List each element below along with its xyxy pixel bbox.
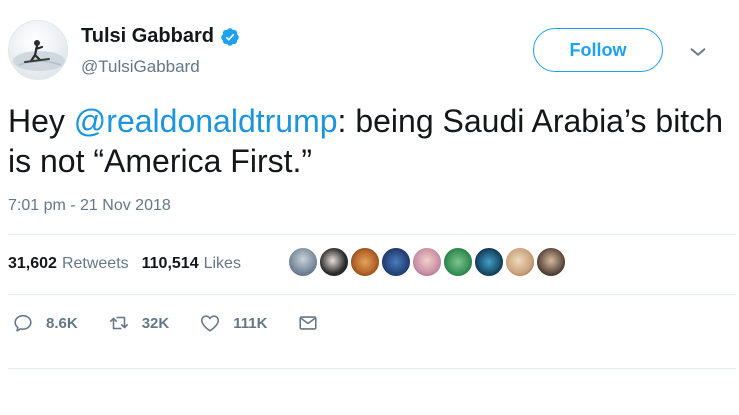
follow-button[interactable]: Follow xyxy=(533,28,663,72)
retweets-count: 31,602 xyxy=(8,255,57,272)
retweets-label: Retweets xyxy=(61,255,129,272)
tweet-timestamp[interactable]: 7:01 pm - 21 Nov 2018 xyxy=(8,197,171,215)
liker-avatar[interactable] xyxy=(318,246,350,278)
likes-stat[interactable]: 110,514 Likes xyxy=(142,255,241,273)
divider xyxy=(8,368,736,369)
envelope-icon xyxy=(299,316,318,330)
like-count: 111K xyxy=(233,314,268,332)
verified-badge-icon xyxy=(221,27,239,46)
heart-icon xyxy=(201,315,220,332)
liker-avatar[interactable] xyxy=(380,246,412,278)
action-bar: 8.6K 32K 111K xyxy=(12,312,361,334)
liker-avatar[interactable] xyxy=(473,246,505,278)
tweet-text: Hey @realdonaldtrump: being Saudi Arabia… xyxy=(8,101,728,181)
mention-link[interactable]: @realdonaldtrump xyxy=(74,103,338,139)
liker-avatar[interactable] xyxy=(535,246,567,278)
liker-avatar[interactable] xyxy=(411,246,443,278)
user-handle[interactable]: @TulsiGabbard xyxy=(81,57,200,77)
liker-avatar[interactable] xyxy=(442,246,474,278)
liker-avatar[interactable] xyxy=(287,246,319,278)
user-name-row: Tulsi Gabbard xyxy=(81,25,240,48)
avatar[interactable] xyxy=(8,20,68,80)
like-button[interactable]: 111K xyxy=(199,312,267,334)
chevron-down-icon[interactable] xyxy=(687,41,709,63)
retweet-count: 32K xyxy=(141,314,170,332)
reply-button[interactable]: 8.6K xyxy=(12,312,78,334)
divider xyxy=(8,234,736,235)
divider xyxy=(8,294,736,295)
user-name[interactable]: Tulsi Gabbard xyxy=(81,25,214,48)
liker-avatar[interactable] xyxy=(504,246,536,278)
likes-label: Likes xyxy=(203,255,241,272)
retweet-icon xyxy=(109,316,128,330)
liker-avatars xyxy=(287,246,567,278)
likes-count: 110,514 xyxy=(141,255,199,272)
retweets-stat[interactable]: 31,602 Retweets xyxy=(8,255,129,273)
reply-icon xyxy=(14,314,32,332)
direct-message-button[interactable] xyxy=(297,312,331,334)
reply-count: 8.6K xyxy=(46,314,78,332)
liker-avatar[interactable] xyxy=(349,246,381,278)
tweet-prefix: Hey xyxy=(8,103,74,139)
tweet-stats: 31,602 Retweets 110,514 Likes xyxy=(8,255,254,273)
retweet-button[interactable]: 32K xyxy=(108,312,170,334)
